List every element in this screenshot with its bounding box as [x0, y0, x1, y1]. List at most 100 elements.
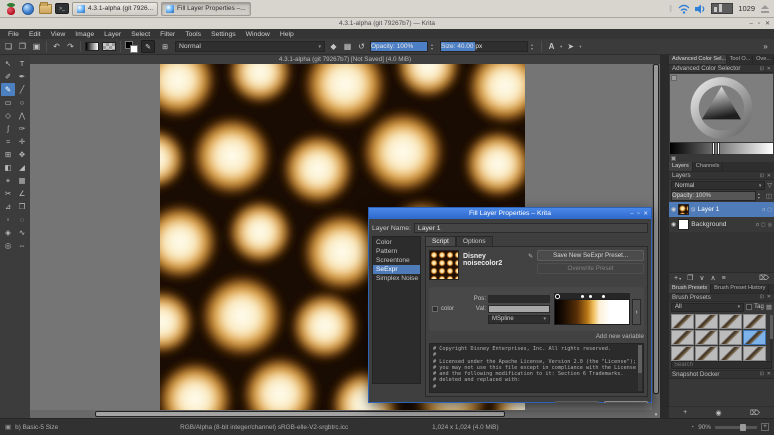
redo-icon[interactable]: ↷: [65, 41, 76, 53]
pan-tool[interactable]: ⇔: [15, 239, 29, 252]
bezier-curve-tool[interactable]: ∫: [1, 122, 15, 135]
brush-search-input[interactable]: [671, 361, 772, 369]
float-docker-icon[interactable]: ⊡: [760, 294, 764, 300]
layer-properties-button[interactable]: ≡: [722, 275, 726, 282]
display-mode-icon[interactable]: ▦: [766, 303, 772, 311]
generator-item[interactable]: Screentone: [373, 256, 420, 265]
save-new-preset-button[interactable]: Save New SeExpr Preset...: [537, 250, 644, 261]
layer-name-input[interactable]: [414, 223, 648, 233]
script-editor[interactable]: # Copyright Disney Enterprises, Inc. All…: [429, 343, 644, 393]
menu-item[interactable]: Filter: [155, 31, 180, 38]
float-docker-icon[interactable]: ⊡: [760, 66, 764, 72]
menu-item[interactable]: Help: [275, 31, 299, 38]
eraser-mode-icon[interactable]: ◆: [328, 41, 339, 53]
color-sampler-tool[interactable]: ⌖: [1, 174, 15, 187]
brush-preset-tile[interactable]: [719, 330, 742, 345]
tab-layers[interactable]: Layers: [669, 162, 693, 171]
transform-tool[interactable]: ⊞: [1, 148, 15, 161]
brush-preset-tile[interactable]: [695, 314, 718, 329]
fill-tool[interactable]: ◧: [1, 161, 15, 174]
brush-tag-dropdown[interactable]: All▾: [671, 303, 744, 312]
calligraphy-tool[interactable]: ✒: [15, 70, 29, 83]
alpha-lock-icon[interactable]: α: [762, 207, 765, 213]
brush-preset-tile[interactable]: [743, 346, 766, 361]
inherit-alpha-icon[interactable]: ▢: [761, 222, 766, 228]
volume-icon[interactable]: [695, 4, 706, 14]
brush-preset-tile[interactable]: [671, 314, 694, 329]
taskbar-window-krita[interactable]: 4.3.1-alpha (git 7926...: [72, 2, 158, 16]
zoom-percentage[interactable]: 90%: [698, 424, 711, 431]
brush-editor-button[interactable]: ✎: [141, 40, 155, 53]
brush-preset-status-icon[interactable]: ▣: [5, 423, 11, 431]
layer-opacity-spinner[interactable]: ▴▾: [758, 192, 764, 200]
brush-size-slider[interactable]: Size: 40.00 px: [440, 41, 528, 52]
foreground-background-color-swatch[interactable]: [125, 41, 138, 53]
browser-icon[interactable]: [21, 2, 35, 15]
terminal-icon[interactable]: >_: [55, 2, 69, 15]
taskbar-window-fill-layer-dialog[interactable]: Fill Layer Properties –...: [161, 2, 251, 16]
float-docker-icon[interactable]: ⊡: [760, 173, 764, 179]
menu-item[interactable]: Select: [126, 31, 155, 38]
close-docker-icon[interactable]: ✕: [767, 371, 771, 377]
minimize-button[interactable]: –: [749, 21, 752, 27]
layers-header[interactable]: Layers ⊡✕: [669, 171, 774, 180]
assistants-tool[interactable]: ⊿: [1, 200, 15, 213]
menu-item[interactable]: Edit: [24, 31, 46, 38]
save-icon[interactable]: ▣: [31, 41, 42, 53]
brush-preset-tile[interactable]: [695, 346, 718, 361]
memory-indicator-icon[interactable]: ◔: [690, 424, 694, 431]
color-selector-widget[interactable]: [670, 74, 773, 142]
horizontal-mirror-icon[interactable]: A: [546, 41, 557, 53]
bluetooth-icon[interactable]: ᛒ: [669, 4, 674, 13]
layer-opacity-slider[interactable]: Opacity: 100%: [671, 191, 756, 201]
color-ramp-widget[interactable]: ›: [554, 293, 641, 325]
menu-item[interactable]: Settings: [206, 31, 241, 38]
script-scrollbar[interactable]: [638, 345, 642, 391]
color-variable-checkbox[interactable]: [432, 306, 438, 312]
rect-select-tool[interactable]: ▫: [1, 213, 15, 226]
close-docker-icon[interactable]: ✕: [767, 66, 771, 72]
shade-selector-icon[interactable]: [671, 156, 676, 161]
chevron-down-icon[interactable]: ▾: [579, 44, 581, 50]
ramp-gradient[interactable]: [554, 299, 630, 325]
ellipse-tool[interactable]: ○: [15, 96, 29, 109]
new-document-icon[interactable]: ❏: [3, 41, 14, 53]
brush-preset-tile[interactable]: [671, 346, 694, 361]
dialog-maximize-button[interactable]: ▫: [637, 211, 639, 217]
ellipse-select-tool[interactable]: ◌: [15, 213, 29, 226]
dialog-minimize-button[interactable]: –: [630, 211, 633, 217]
toolbar-overflow-icon[interactable]: »: [760, 41, 771, 53]
delete-snapshot-button[interactable]: ⌦: [750, 409, 760, 417]
alpha-lock-icon[interactable]: α: [756, 222, 759, 228]
menu-item[interactable]: Tools: [180, 31, 206, 38]
add-new-variable-link[interactable]: Add new variable: [429, 333, 644, 340]
menu-item[interactable]: Window: [241, 31, 275, 38]
edit-shapes-tool[interactable]: ✐: [1, 70, 15, 83]
subwindow-titlebar[interactable]: 4.3.1-alpha (git 79267b7) [Not Saved] (4…: [30, 55, 660, 64]
generator-item[interactable]: Color: [373, 238, 420, 247]
menu-item[interactable]: Image: [70, 31, 99, 38]
menu-item[interactable]: View: [46, 31, 71, 38]
layer-style-icon[interactable]: ◎: [768, 222, 772, 228]
freehand-path-tool[interactable]: ✑: [15, 122, 29, 135]
layer-row-background[interactable]: ◉ Background α▢◎: [669, 217, 774, 232]
close-docker-icon[interactable]: ✕: [767, 173, 771, 179]
tag-checkbox[interactable]: [746, 304, 752, 310]
raspberry-menu-icon[interactable]: [4, 2, 18, 15]
snapshot-docker-header[interactable]: Snapshot Docker ⊡✕: [669, 370, 774, 379]
interpolation-dropdown[interactable]: MSpline▾: [488, 315, 550, 324]
layer-row-layer1[interactable]: ◉ ⊡ Layer 1 α▢: [669, 202, 774, 217]
move-layer-up-button[interactable]: ∧: [711, 274, 716, 282]
clock[interactable]: 1029: [738, 4, 755, 13]
file-manager-icon[interactable]: [38, 2, 52, 15]
add-layer-button[interactable]: +: [674, 275, 678, 282]
generator-item[interactable]: SeExpr: [373, 265, 420, 274]
brush-preset-tile[interactable]: [743, 314, 766, 329]
brush-preset-tile[interactable]: [695, 330, 718, 345]
close-button[interactable]: ✕: [765, 20, 770, 27]
polyline-tool[interactable]: ⋀: [15, 109, 29, 122]
inherit-alpha-icon[interactable]: ▢: [767, 207, 772, 213]
measure-tool[interactable]: ∠: [15, 187, 29, 200]
tab-overview[interactable]: Ove...: [753, 55, 774, 64]
pattern-chooser-swatch[interactable]: [102, 42, 116, 51]
